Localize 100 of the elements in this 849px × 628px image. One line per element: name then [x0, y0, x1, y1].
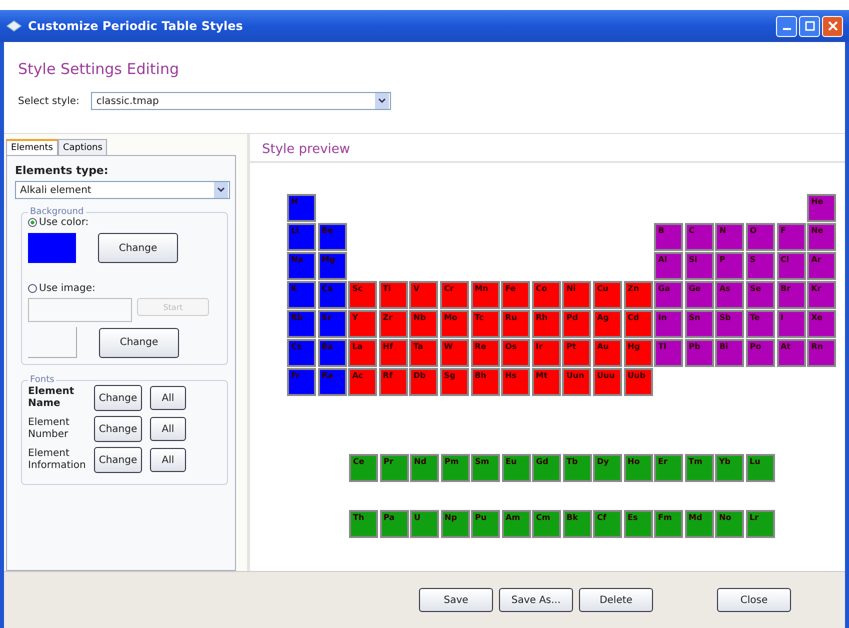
element-tile[interactable]: N: [715, 223, 744, 251]
element-tile[interactable]: Md: [684, 510, 714, 538]
element-tile[interactable]: Uuu: [592, 368, 622, 396]
image-path-field[interactable]: [28, 298, 132, 322]
element-tile[interactable]: Lu: [746, 454, 774, 482]
element-tile[interactable]: P: [715, 252, 744, 280]
element-tile[interactable]: Eu: [502, 454, 530, 482]
element-tile[interactable]: Yb: [715, 454, 744, 482]
element-tile[interactable]: Bh: [470, 368, 500, 396]
element-tile[interactable]: Pm: [440, 454, 470, 482]
change-font-button[interactable]: Change: [94, 447, 142, 473]
element-tile[interactable]: Db: [409, 368, 438, 396]
apply-all-button[interactable]: All: [150, 386, 186, 410]
close-button[interactable]: [822, 16, 843, 36]
element-tile[interactable]: Cu: [592, 281, 622, 309]
element-tile[interactable]: Ce: [349, 454, 378, 482]
minimize-button[interactable]: [776, 16, 797, 36]
element-tile[interactable]: Se: [746, 281, 775, 309]
apply-all-button[interactable]: All: [150, 417, 186, 441]
element-tile[interactable]: S: [746, 252, 775, 280]
element-tile[interactable]: Ho: [624, 454, 652, 482]
element-tile[interactable]: Co: [532, 281, 561, 309]
element-tile[interactable]: Np: [440, 510, 470, 538]
element-tile[interactable]: O: [746, 223, 775, 251]
change-font-button[interactable]: Change: [94, 385, 142, 411]
element-tile[interactable]: Zn: [624, 281, 653, 309]
element-tile[interactable]: Mo: [440, 310, 469, 338]
element-tile[interactable]: Sm: [471, 454, 500, 482]
element-tile[interactable]: In: [654, 310, 684, 338]
element-tile[interactable]: Pb: [684, 339, 714, 367]
element-tile[interactable]: Sb: [715, 310, 744, 338]
element-tile[interactable]: Ar: [807, 252, 836, 280]
element-tile[interactable]: Si: [684, 252, 714, 280]
element-tile[interactable]: Ta: [409, 339, 438, 367]
element-tile[interactable]: Nb: [409, 310, 438, 338]
element-tile[interactable]: Rh: [532, 310, 561, 338]
element-tile[interactable]: Y: [348, 310, 378, 338]
element-tile[interactable]: I: [776, 310, 806, 338]
footer-button[interactable]: Save: [419, 588, 493, 612]
element-tile[interactable]: Ti: [378, 281, 408, 309]
style-dropdown[interactable]: classic.tmap: [91, 92, 392, 110]
element-tile[interactable]: Bi: [715, 339, 744, 367]
element-tile[interactable]: B: [654, 223, 684, 251]
apply-all-button[interactable]: All: [150, 448, 186, 472]
element-tile[interactable]: He: [807, 194, 836, 222]
element-tile[interactable]: Ne: [807, 223, 836, 251]
element-tile[interactable]: Cl: [776, 252, 806, 280]
element-tile[interactable]: Fm: [654, 510, 683, 538]
element-tile[interactable]: Uun: [562, 368, 592, 396]
element-tile[interactable]: Cr: [440, 281, 469, 309]
element-tile[interactable]: Al: [654, 252, 684, 280]
change-color-button[interactable]: Change: [98, 233, 178, 263]
element-tile[interactable]: Am: [502, 510, 530, 538]
element-tile[interactable]: Pu: [471, 510, 500, 538]
element-tile[interactable]: Sc: [348, 281, 378, 309]
footer-button[interactable]: Delete: [579, 588, 653, 612]
change-image-button[interactable]: Change: [99, 328, 179, 358]
element-tile[interactable]: Pt: [562, 339, 592, 367]
element-tile[interactable]: Mt: [532, 368, 561, 396]
use-color-radio[interactable]: Use color:: [28, 217, 221, 228]
element-tile[interactable]: Fe: [501, 281, 530, 309]
element-tile[interactable]: Ga: [654, 281, 684, 309]
element-tile[interactable]: Tc: [470, 310, 500, 338]
use-image-radio[interactable]: Use image:: [28, 283, 221, 294]
element-tile[interactable]: Rf: [378, 368, 408, 396]
element-tile[interactable]: Hs: [501, 368, 530, 396]
element-tile[interactable]: Zr: [378, 310, 408, 338]
element-tile[interactable]: Mn: [470, 281, 500, 309]
element-tile[interactable]: Dy: [593, 454, 622, 482]
element-tile[interactable]: As: [715, 281, 744, 309]
change-font-button[interactable]: Change: [94, 416, 142, 442]
element-tile[interactable]: Pr: [380, 454, 408, 482]
element-tile[interactable]: Tm: [684, 454, 714, 482]
maximize-button[interactable]: [799, 16, 820, 36]
element-tile[interactable]: Br: [776, 281, 806, 309]
element-tile[interactable]: Cm: [532, 510, 561, 538]
tab[interactable]: Captions: [58, 139, 108, 155]
element-tile[interactable]: Os: [501, 339, 530, 367]
element-tile[interactable]: F: [776, 223, 806, 251]
element-tile[interactable]: Tb: [562, 454, 592, 482]
element-tile[interactable]: Hg: [624, 339, 653, 367]
element-tile[interactable]: Po: [746, 339, 775, 367]
tab[interactable]: Elements: [6, 139, 58, 155]
element-tile[interactable]: Er: [654, 454, 683, 482]
element-tile[interactable]: Ir: [532, 339, 561, 367]
element-tile[interactable]: Bk: [562, 510, 592, 538]
element-tile[interactable]: Kr: [807, 281, 836, 309]
element-tile[interactable]: Ni: [562, 281, 592, 309]
element-tile[interactable]: Rn: [807, 339, 836, 367]
element-tile[interactable]: Ag: [592, 310, 622, 338]
element-tile[interactable]: C: [684, 223, 714, 251]
element-tile[interactable]: Lr: [746, 510, 774, 538]
element-tile[interactable]: Gd: [532, 454, 561, 482]
element-tile[interactable]: Pd: [562, 310, 592, 338]
element-tile[interactable]: V: [409, 281, 438, 309]
elements-type-dropdown[interactable]: Alkali element: [15, 181, 230, 199]
element-tile[interactable]: Sg: [440, 368, 469, 396]
element-tile[interactable]: Cd: [624, 310, 653, 338]
element-tile[interactable]: Uub: [624, 368, 653, 396]
element-tile[interactable]: Nd: [410, 454, 439, 482]
